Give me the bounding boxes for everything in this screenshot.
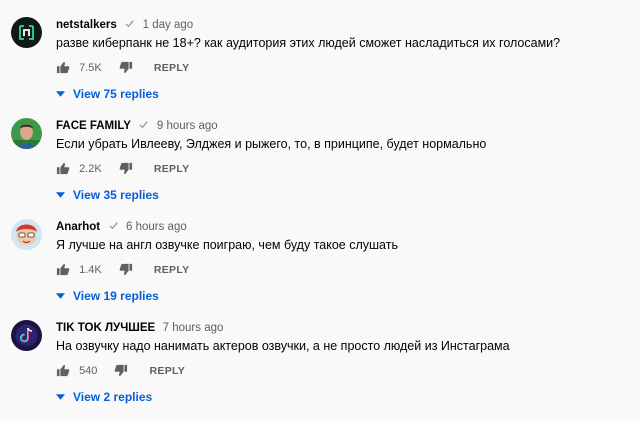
comment-text: Я лучше на англ озвучке поиграю, чем буд…	[56, 238, 398, 252]
thumbs-up-icon[interactable]	[56, 61, 70, 74]
comment-actions: 540 REPLY	[56, 364, 185, 382]
comment-author[interactable]: Anarhot	[56, 221, 100, 233]
verified-check-icon	[108, 222, 118, 230]
comment-thread: FACE FAMILY 9 hours ago Если убрать Ивле…	[0, 118, 640, 219]
view-replies-button[interactable]: View 35 replies	[56, 187, 159, 202]
avatar[interactable]	[11, 320, 42, 351]
comment-actions: 7.5K REPLY	[56, 61, 189, 79]
man-photo-icon	[11, 118, 42, 149]
chevron-down-icon	[56, 91, 65, 97]
thumbs-up-icon[interactable]	[56, 263, 70, 276]
comment-header: netstalkers 1 day ago	[56, 15, 193, 31]
comment-header: FACE FAMILY 9 hours ago	[56, 116, 218, 132]
view-replies-label: View 2 replies	[73, 389, 153, 404]
reply-button[interactable]: REPLY	[154, 264, 190, 276]
chevron-down-icon	[56, 192, 65, 198]
comment-thread: netstalkers 1 day ago разве киберпанк не…	[0, 17, 640, 118]
like-count: 540	[79, 364, 98, 377]
view-replies-button[interactable]: View 75 replies	[56, 86, 159, 101]
thumbs-up-icon[interactable]	[56, 162, 70, 175]
comment-time[interactable]: 6 hours ago	[126, 221, 187, 233]
like-count: 2.2K	[79, 162, 102, 175]
comment-actions: 1.4K REPLY	[56, 263, 189, 281]
view-replies-button[interactable]: View 19 replies	[56, 288, 159, 303]
verified-check-icon	[139, 121, 149, 129]
avatar[interactable]	[11, 118, 42, 149]
reply-button[interactable]: REPLY	[150, 365, 186, 377]
netstalkers-logo-icon	[11, 17, 42, 48]
comment-text: На озвучку надо нанимать актеров озвучки…	[56, 339, 510, 353]
comment-time[interactable]: 1 day ago	[143, 19, 194, 31]
avatar[interactable]	[11, 17, 42, 48]
comment-thread: Anarhot 6 hours ago Я лучше на англ озву…	[0, 219, 640, 320]
tiktok-logo-icon	[11, 320, 42, 351]
view-replies-label: View 75 replies	[73, 86, 159, 101]
verified-check-icon	[125, 20, 134, 28]
comment-author[interactable]: TIK TOK ЛУЧШЕЕ	[56, 322, 155, 334]
comment-thread: TIK TOK ЛУЧШЕЕ 7 hours ago На озвучку на…	[0, 320, 640, 421]
thumbs-down-icon[interactable]	[119, 263, 133, 276]
reply-button[interactable]: REPLY	[154, 62, 190, 74]
comment-author[interactable]: netstalkers	[56, 19, 117, 31]
cartoon-character-icon	[11, 219, 42, 250]
avatar[interactable]	[11, 219, 42, 250]
view-replies-button[interactable]: View 2 replies	[56, 389, 152, 404]
reply-button[interactable]: REPLY	[154, 163, 190, 175]
chevron-down-icon	[56, 293, 65, 299]
like-count: 7.5K	[79, 61, 102, 74]
like-count: 1.4K	[79, 263, 102, 276]
comment-actions: 2.2K REPLY	[56, 162, 189, 180]
chevron-down-icon	[56, 394, 65, 400]
comment-time[interactable]: 9 hours ago	[157, 120, 218, 132]
comment-time[interactable]: 7 hours ago	[163, 322, 224, 334]
thumbs-down-icon[interactable]	[119, 162, 133, 175]
view-replies-label: View 19 replies	[73, 288, 159, 303]
thumbs-up-icon[interactable]	[56, 364, 70, 377]
comment-header: Anarhot 6 hours ago	[56, 217, 187, 233]
thumbs-down-icon[interactable]	[114, 364, 128, 377]
view-replies-label: View 35 replies	[73, 187, 159, 202]
comment-header: TIK TOK ЛУЧШЕЕ 7 hours ago	[56, 318, 223, 334]
comment-text: Если убрать Ивлееву, Элджея и рыжего, то…	[56, 137, 487, 151]
thumbs-down-icon[interactable]	[119, 61, 133, 74]
comment-text: разве киберпанк не 18+? как аудитория эт…	[56, 36, 561, 50]
comment-author[interactable]: FACE FAMILY	[56, 120, 131, 132]
